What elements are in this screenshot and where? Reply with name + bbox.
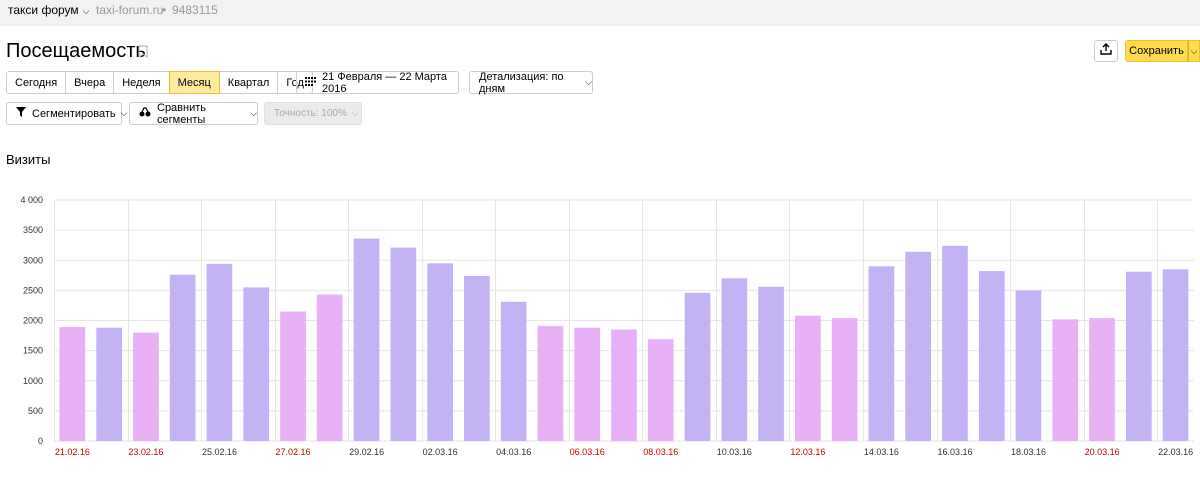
y-tick-label: 1000: [23, 376, 43, 386]
counter-selector[interactable]: такси форум ⌵: [8, 3, 90, 17]
period-today-button[interactable]: Сегодня: [6, 71, 67, 94]
y-tick-label: 2500: [23, 285, 43, 295]
bar-14.03.16[interactable]: [868, 266, 895, 441]
export-button[interactable]: [1094, 40, 1118, 62]
x-tick-label: 23.02.16: [128, 447, 163, 457]
bar-11.03.16[interactable]: [758, 286, 784, 441]
accuracy-label: Точность: 100%: [274, 108, 347, 119]
bar-23.02.16[interactable]: [133, 332, 159, 441]
y-tick-label: 2000: [23, 316, 43, 326]
counter-name: такси форум: [8, 3, 79, 17]
bar-29.02.16[interactable]: [353, 238, 380, 441]
bar-21.02.16[interactable]: [59, 327, 86, 441]
detail-dropdown[interactable]: Детализация: по дням ⌵: [469, 70, 593, 95]
y-tick-label: 1500: [23, 346, 43, 356]
export-icon: [1100, 42, 1112, 60]
bar-03.03.16[interactable]: [464, 275, 490, 441]
bar-28.02.16[interactable]: [316, 294, 343, 441]
bar-13.03.16[interactable]: [831, 318, 858, 441]
filter-icon: [16, 107, 32, 120]
x-tick-label: 08.03.16: [643, 447, 678, 457]
x-tick-label: 12.03.16: [790, 447, 825, 457]
bar-09.03.16[interactable]: [684, 292, 711, 441]
chevron-down-icon: ⌵: [120, 108, 128, 118]
x-tick-label: 20.03.16: [1085, 447, 1120, 457]
bar-22.03.16[interactable]: [1162, 269, 1189, 441]
bar-20.03.16[interactable]: [1089, 318, 1115, 441]
chevron-down-icon: ⌵: [351, 108, 359, 118]
x-tick-label: 16.03.16: [937, 447, 972, 457]
x-tick-label: 10.03.16: [717, 447, 752, 457]
compare-label: Сравнить сегменты: [157, 101, 207, 126]
x-tick-label: 27.02.16: [275, 447, 310, 457]
x-axis-ticks: 21.02.16 23.02.16 25.02.16 27.02.16 29.02.16…: [55, 447, 1193, 457]
page-title: Посещаемость: [6, 40, 146, 62]
y-tick-label: 500: [28, 406, 43, 416]
period-week-button[interactable]: Неделя: [113, 71, 170, 94]
bar-15.03.16[interactable]: [905, 251, 931, 441]
bar-18.03.16[interactable]: [1015, 290, 1042, 441]
bar-24.02.16[interactable]: [169, 274, 196, 441]
bar-08.03.16[interactable]: [647, 339, 674, 441]
x-tick-label: 29.02.16: [349, 447, 384, 457]
chevron-down-icon: ⌵: [250, 108, 257, 118]
x-tick-label: 02.03.16: [423, 447, 458, 457]
bar-10.03.16[interactable]: [721, 278, 748, 441]
x-tick-label: 18.03.16: [1011, 447, 1046, 457]
counter-bar: такси форум ⌵ taxi-forum.ru • 9483115: [0, 0, 1200, 26]
bar-02.03.16[interactable]: [427, 263, 453, 441]
segment-label: Сегментировать: [32, 107, 116, 120]
counter-host: taxi-forum.ru: [96, 3, 164, 17]
accuracy-dropdown: Точность: 100% ⌵: [264, 102, 362, 125]
bar-17.03.16[interactable]: [978, 271, 1005, 441]
save-button[interactable]: Сохранить: [1125, 40, 1188, 62]
visits-chart: 4 000 3500 3000 2500 2000 1500 1000 500 0 21.02.…: [20, 195, 1194, 457]
bar-25.02.16[interactable]: [206, 263, 233, 441]
y-axis-ticks: 4 000 3500 3000 2500 2000 1500 1000 500 0: [20, 195, 43, 446]
bar-12.03.16[interactable]: [795, 315, 821, 441]
chevron-down-icon: ⌵: [82, 6, 90, 16]
segment-button[interactable]: Сегментировать ⌵: [6, 102, 127, 125]
save-menu-button[interactable]: ⌵: [1188, 40, 1200, 62]
detail-label: Детализация: по дням: [479, 70, 564, 95]
chart-bars: [59, 238, 1189, 442]
counter-id: 9483115: [172, 3, 218, 17]
compare-segments-button[interactable]: Сравнить сегменты ⌵: [129, 101, 258, 126]
bar-21.03.16[interactable]: [1126, 271, 1152, 441]
x-tick-label: 14.03.16: [864, 447, 899, 457]
bar-04.03.16[interactable]: [500, 301, 527, 441]
x-tick-label: 04.03.16: [496, 447, 531, 457]
y-tick-label: 3000: [23, 255, 43, 265]
bar-19.03.16[interactable]: [1052, 319, 1079, 441]
period-selector: Сегодня Вчера Неделя Месяц Квартал Год: [6, 71, 313, 94]
x-tick-label: 25.02.16: [202, 447, 237, 457]
date-range-label: 21 Февраля — 22 Марта 2016: [322, 70, 447, 95]
calendar-icon: [305, 76, 322, 89]
period-month-button[interactable]: Месяц: [168, 71, 220, 94]
bar-16.03.16[interactable]: [942, 245, 968, 441]
bar-01.03.16[interactable]: [390, 247, 417, 441]
counter-separator: •: [162, 3, 167, 17]
chart-title: Визиты: [6, 152, 51, 167]
bar-07.03.16[interactable]: [611, 329, 637, 442]
y-tick-label: 0: [38, 436, 43, 446]
x-tick-label: 21.02.16: [55, 447, 90, 457]
period-quarter-button[interactable]: Квартал: [218, 71, 279, 94]
bar-06.03.16[interactable]: [574, 327, 601, 441]
bookmark-icon[interactable]: [138, 45, 148, 63]
bar-22.02.16[interactable]: [96, 327, 122, 441]
bar-27.02.16[interactable]: [280, 311, 306, 442]
chevron-down-icon: ⌵: [1190, 45, 1198, 56]
x-tick-label: 06.03.16: [570, 447, 605, 457]
bar-26.02.16[interactable]: [243, 287, 270, 441]
y-tick-label: 3500: [23, 225, 43, 235]
y-tick-label: 4 000: [20, 195, 43, 205]
compare-icon: [139, 107, 157, 120]
bar-05.03.16[interactable]: [537, 325, 564, 441]
date-range-button[interactable]: 21 Февраля — 22 Марта 2016: [296, 70, 459, 95]
chevron-down-icon: ⌵: [585, 77, 592, 87]
x-tick-label: 22.03.16: [1158, 447, 1193, 457]
period-yesterday-button[interactable]: Вчера: [65, 71, 115, 94]
